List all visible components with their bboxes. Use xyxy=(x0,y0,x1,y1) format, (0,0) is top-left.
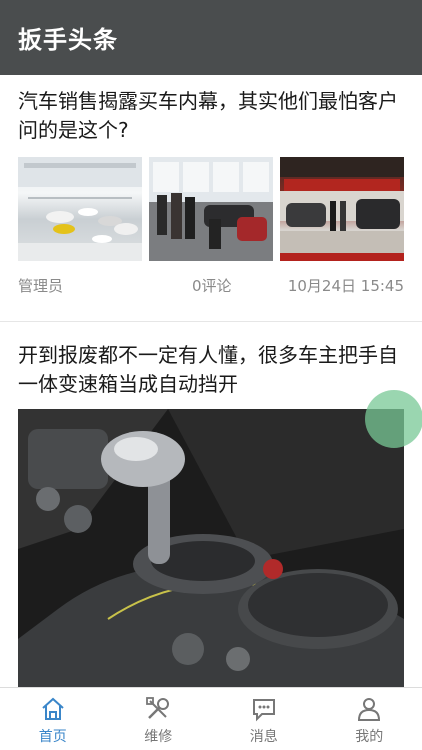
dealership-image xyxy=(149,157,273,261)
thumbnail-dealership[interactable] xyxy=(149,157,273,261)
tab-label: 首页 xyxy=(38,729,67,745)
article-headline[interactable]: 汽车销售揭露买车内幕，其实他们最怕客户问的是这个? xyxy=(18,87,410,145)
article-meta: 管理员 0评论 10月24日 15:45 xyxy=(18,275,404,297)
tab-repair[interactable]: 维修 xyxy=(106,688,212,750)
showroom-image xyxy=(18,157,142,261)
tab-label: 维修 xyxy=(144,729,173,745)
app-title: 扳手头条 xyxy=(18,26,118,54)
article-thumbnails xyxy=(18,157,404,261)
bottom-tab-bar: 首页 维修 消息 我的 xyxy=(0,687,422,750)
article-card-2[interactable]: 开到报废都不一定有人懂，很多车主把手自一体变速箱当成自动挡开 xyxy=(0,323,422,687)
article-timestamp: 10月24日 15:45 xyxy=(287,277,404,295)
tab-profile[interactable]: 我的 xyxy=(317,688,422,750)
article-divider xyxy=(0,321,422,322)
floating-action-button[interactable] xyxy=(365,390,422,448)
article-card-1[interactable]: 汽车销售揭露买车内幕，其实他们最怕客户问的是这个? 管理员 0评论 10月24日… xyxy=(0,75,422,323)
thumbnail-showroom[interactable] xyxy=(18,157,142,261)
tab-label: 消息 xyxy=(249,729,278,745)
tab-home[interactable]: 首页 xyxy=(0,688,106,750)
message-icon xyxy=(252,699,275,722)
app-header: 扳手头条 xyxy=(0,0,422,75)
tools-icon xyxy=(146,697,170,719)
article-comment-count[interactable]: 0评论 xyxy=(192,275,232,296)
user-icon xyxy=(358,698,381,721)
car-lot-image xyxy=(280,157,404,261)
article-author: 管理员 xyxy=(18,277,64,295)
tab-messages[interactable]: 消息 xyxy=(211,688,317,750)
gear-shifter-image xyxy=(18,409,404,687)
tab-label: 我的 xyxy=(355,729,384,745)
home-icon xyxy=(42,697,64,720)
thumbnail-car-lot[interactable] xyxy=(280,157,404,261)
article-cover-image[interactable] xyxy=(18,409,404,687)
article-headline[interactable]: 开到报废都不一定有人懂，很多车主把手自一体变速箱当成自动挡开 xyxy=(18,341,410,399)
news-feed[interactable]: 汽车销售揭露买车内幕，其实他们最怕客户问的是这个? 管理员 0评论 10月24日… xyxy=(0,75,422,687)
